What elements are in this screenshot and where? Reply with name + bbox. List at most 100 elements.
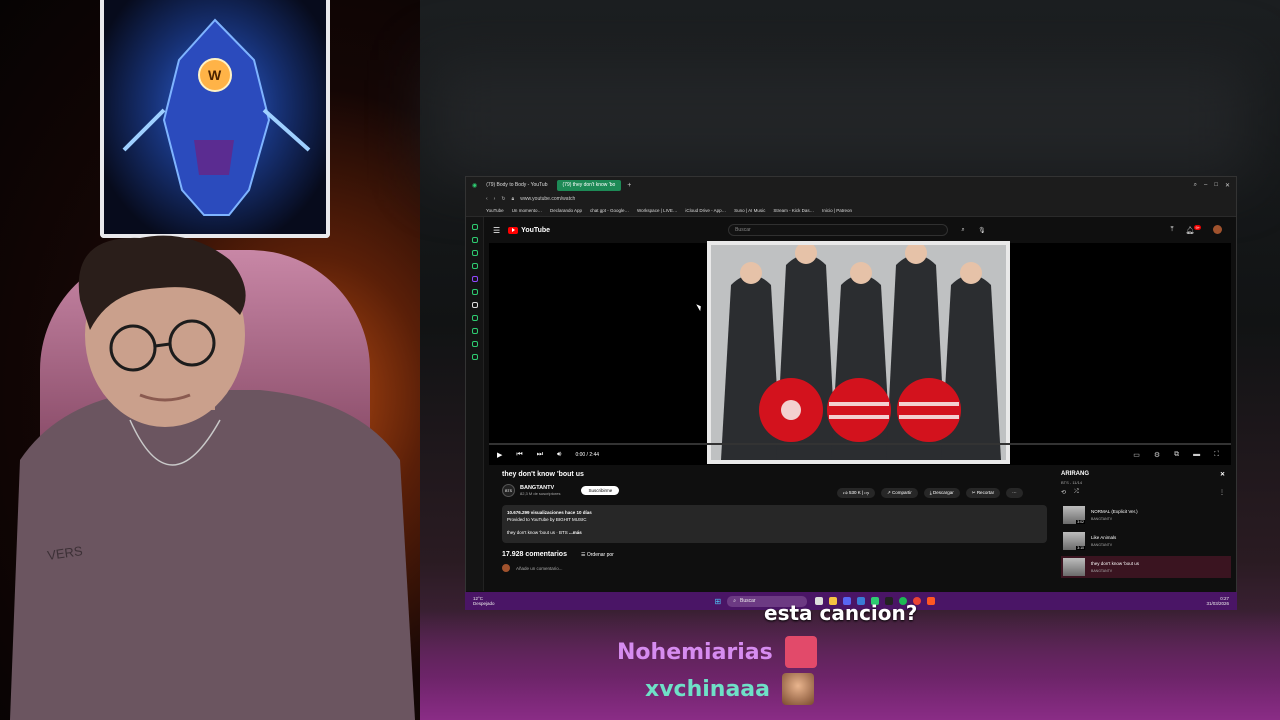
bookmarks-bar: YouTube Un momento… Declarando App chat … [466,205,1236,217]
bookmark-un-momento[interactable]: Un momento… [512,208,542,213]
streamer: VERS [10,235,415,720]
sidebar-chat-icon[interactable] [471,250,478,256]
search-input[interactable]: Buscar [728,224,949,236]
settings-gear-icon[interactable]: ⚙ [1154,451,1160,459]
youtube-play-icon [508,226,519,234]
new-tab-button[interactable]: + [624,182,634,189]
volume-icon[interactable]: 🔊︎ [557,451,561,459]
subscribe-button[interactable]: Suscribirme [581,486,620,495]
video-player[interactable]: ▶ ⏮ ⏭ 🔊︎ 0:00 / 2:44 ▭ ⚙ ⧉ ▬ ⛶ [489,241,1231,465]
app-icon[interactable] [927,597,936,605]
maximize-button[interactable]: □ [1214,182,1218,189]
share-button[interactable]: ↗ Compartir [880,488,918,498]
browser-window: ◉ (79) Body to Body - YouTub (79) they d… [465,176,1237,610]
mic-icon[interactable]: 🎙︎ [978,227,986,234]
browser-sidebar [466,217,484,591]
upload-icon[interactable]: ⤒ [1170,226,1173,234]
player-controls: ▶ ⏮ ⏭ 🔊︎ 0:00 / 2:44 ▭ ⚙ ⧉ ▬ ⛶ [489,445,1231,465]
like-button[interactable]: 👍︎ 530 K | 👎︎ [837,488,875,498]
subscriber-count: 82,3 M de suscriptores [520,491,561,496]
bookmark-workspace[interactable]: Workspace | LIVE… [637,208,677,213]
fullscreen-icon[interactable]: ⛶ [1214,451,1219,459]
header-actions: ⤒ 🔔︎9+ [1170,225,1236,235]
start-icon[interactable]: ⊞ [715,597,722,606]
show-more-link[interactable]: ...más [569,530,582,535]
sidebar-history-icon[interactable] [471,224,478,230]
url-field[interactable]: www.youtube.com/watch [520,196,575,202]
laughing-man-emote-icon [781,673,814,705]
tab-bar: ◉ (79) Body to Body - YouTub (79) they d… [466,177,1236,193]
add-comment[interactable]: Añade un comentario... [502,564,1047,572]
close-window-button[interactable]: ✕ [1225,182,1230,189]
comments-header: 17.928 comentarios ☰ Ordenar por [502,551,1047,558]
repeat-icon[interactable]: ⟲ [1061,489,1066,496]
heart-emote-icon [784,636,817,668]
sidebar-twitch-icon[interactable] [471,276,478,282]
bookmark-icloud[interactable]: iCloud Drive - App… [685,208,726,213]
bookmark-patreon[interactable]: Inicio | Patreon [822,208,852,213]
sidebar-clock-icon[interactable] [471,315,478,321]
playlist-item[interactable]: 3:02 NORMAL (Explicit Ver.) BANGTANTV [1061,504,1231,526]
tab-they-dont-know[interactable]: (79) they don't know 'bo [556,179,622,191]
user-avatar[interactable] [1213,225,1222,235]
bell-icon[interactable]: 🔔︎9+ [1186,225,1201,235]
more-actions-button[interactable]: ⋯ [1006,488,1023,498]
hamburger-menu-icon[interactable]: ☰ [493,226,500,235]
sidebar-bulb-icon[interactable] [471,341,478,347]
sidebar-wallet-icon[interactable] [471,263,478,269]
lock-icon: 🔒︎ [511,196,515,202]
playlist-more-icon[interactable]: ⋮ [1219,489,1225,496]
background-blur [430,60,1250,180]
playlist-panel: ARIRANG ✕ BTS - 11/14 ⟲ ⤮ ⋮ 3:02 NORMAL … [1055,471,1231,591]
download-button[interactable]: ⤓ Descargar [923,488,960,498]
bookmark-kick[interactable]: Stream - Kick Das… [773,208,814,213]
bookmark-declarando[interactable]: Declarando App [550,208,582,213]
bookmark-youtube[interactable]: YouTube [486,208,504,213]
chat-username: xvchinaaa [645,676,770,702]
previous-icon[interactable]: ⏮ [516,451,522,459]
playlist-thumbnail: 3:02 [1063,506,1085,524]
time-display: 0:00 / 2:44 [575,452,600,458]
comment-count: 17.928 comentarios [502,551,567,558]
shuffle-icon[interactable]: ⤮ [1074,489,1079,496]
sidebar-bag-icon[interactable] [471,237,478,243]
bookmark-suno[interactable]: Suno | AI Music [734,208,765,213]
weather-widget[interactable]: 12°C Despejado [473,596,495,606]
sidebar-whatsapp-icon[interactable] [471,289,478,295]
sidebar-settings-icon[interactable] [471,354,478,360]
forward-icon[interactable]: › [494,196,496,202]
search-tabs-icon[interactable]: ⌕ [1194,182,1197,189]
address-bar: ‹ › ↻ 🔒︎ www.youtube.com/watch [466,193,1236,205]
miniplayer-icon[interactable]: ⧉ [1174,451,1179,459]
clip-button[interactable]: ✂ Recortar [965,488,1001,498]
player-controls-right: ▭ ⚙ ⧉ ▬ ⛶ [1133,451,1231,459]
youtube-page: ☰ YouTube Buscar ⌕ 🎙︎ ⤒ 🔔︎9+ ▶ ⏮ ⏭ 🔊︎ 0:… [484,217,1236,591]
sidebar-note-icon[interactable] [471,328,478,334]
system-clock[interactable]: 0:27 31/03/2026 [1206,596,1237,606]
tab-body-to-body[interactable]: (79) Body to Body - YouTub [480,180,553,191]
playlist-item-current[interactable]: they don't know 'bout us BANGTANTV [1061,556,1231,578]
description-box[interactable]: 10.676.299 visualizaciones hace 10 días … [502,505,1047,543]
sidebar-tiktok-icon[interactable] [471,302,478,308]
playlist-item[interactable]: 3:10 Like Animals BANGTANTV [1061,530,1231,552]
playlist-title[interactable]: ARIRANG [1061,471,1089,478]
next-icon[interactable]: ⏭ [537,451,543,459]
play-icon[interactable]: ▶ [497,451,502,459]
video-frame [707,241,1010,464]
minimize-button[interactable]: – [1204,182,1207,189]
stream-scene: W VERS ◉ (79) Body to Body - YouTub (79)… [0,0,1280,720]
theater-icon[interactable]: ▬ [1193,451,1200,459]
sort-button[interactable]: ☰ Ordenar por [581,552,614,558]
close-playlist-icon[interactable]: ✕ [1220,471,1225,478]
reload-icon[interactable]: ↻ [501,196,505,202]
description-line: they don't know 'bout us · BTS ...más [507,530,582,535]
webcam-panel: W VERS [0,0,420,720]
back-icon[interactable]: ‹ [486,196,488,202]
youtube-logo[interactable]: YouTube [508,226,550,234]
bookmark-chatgpt[interactable]: chat gpt - Google… [590,208,629,213]
search-icon[interactable]: ⌕ [956,224,970,236]
browser-logo-icon[interactable]: ◉ [472,182,477,189]
channel-avatar[interactable]: BTS [502,484,515,497]
subtitles-icon[interactable]: ▭ [1133,451,1140,459]
playlist-controls: ⟲ ⤮ ⋮ [1055,485,1231,500]
